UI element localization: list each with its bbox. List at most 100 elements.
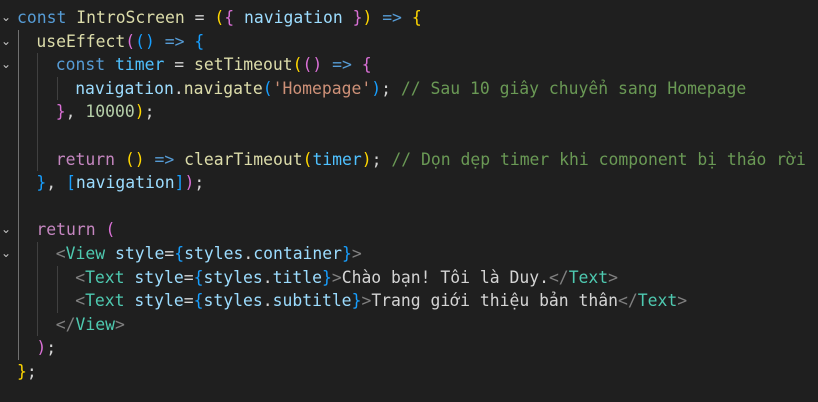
code-token: = (183, 291, 194, 311)
code-token: Chào bạn! Tôi là Duy. (341, 267, 549, 287)
code-line[interactable]: ⌄ return ( (0, 218, 818, 242)
code-token: style (115, 244, 165, 263)
code-token: const (55, 55, 106, 75)
code-token: navigation (234, 8, 353, 27)
code-token: } (351, 291, 362, 311)
code-text: <View style={styles.container}> (56, 242, 362, 266)
code-token: clearTimeout (184, 149, 303, 169)
code-line[interactable]: ⌄ const IntroScreen = ({ navigation }) =>… (0, 6, 818, 30)
code-token: Text (637, 291, 678, 311)
code-token: ) (134, 102, 145, 122)
code-token: navigation (75, 78, 174, 98)
code-token: > (115, 314, 125, 334)
code-token: } (352, 8, 363, 27)
code-token: => (164, 31, 185, 51)
code-token: </ (618, 291, 638, 311)
code-token: } (17, 362, 27, 381)
code-token: , (46, 173, 67, 193)
code-token: navigation (75, 173, 175, 193)
code-token: ] (174, 173, 185, 193)
code-token: ( (302, 55, 313, 75)
code-token: Text (568, 267, 609, 287)
code-token: Text (85, 267, 125, 287)
code-token: . (173, 78, 184, 98)
code-token: ( (262, 78, 273, 98)
code-token: Trang giới thiệu bản thân (371, 291, 619, 311)
fold-chevron-icon[interactable]: ⌄ (0, 218, 12, 242)
code-line[interactable]: <Text style={styles.title}>Chào bạn! Tôi… (0, 266, 818, 290)
fold-chevron-icon[interactable]: ⌄ (0, 53, 12, 77)
code-line[interactable] (0, 124, 818, 148)
code-token: styles (203, 291, 263, 311)
code-token: 10000 (85, 102, 135, 122)
code-token: = (164, 244, 175, 263)
code-token: 'Homepage' (272, 78, 372, 98)
code-line[interactable]: ⌄ const timer = setTimeout(() => { (0, 53, 818, 77)
code-token: ; (194, 173, 205, 193)
code-line[interactable]: </View> (0, 313, 818, 337)
code-token: </ (548, 267, 569, 287)
code-token: title (272, 267, 322, 287)
code-token: > (351, 244, 362, 263)
code-token: ( (124, 149, 135, 169)
fold-chevron-icon[interactable]: ⌄ (0, 30, 12, 54)
code-token: styles (184, 244, 244, 263)
code-token: > (331, 267, 342, 287)
code-token: } (321, 267, 332, 287)
code-line[interactable] (0, 195, 818, 219)
code-token: useEffect (36, 31, 126, 51)
code-token: => (332, 55, 352, 75)
code-token: navigate (183, 78, 263, 98)
code-line[interactable]: }; (0, 360, 818, 384)
code-text: useEffect(() => { (36, 30, 204, 54)
code-token: Text (85, 291, 125, 311)
code-token: ; (144, 102, 155, 122)
code-text: ); (36, 336, 56, 360)
code-token: ) (361, 149, 372, 169)
code-text: </View> (56, 313, 125, 337)
code-token: ) (362, 8, 373, 27)
code-token: subtitle (272, 291, 352, 311)
code-editor[interactable]: ⌄ const IntroScreen = ({ navigation }) =>… (0, 0, 818, 402)
code-line[interactable]: ); (0, 336, 818, 360)
code-token: // Dọn dẹp timer khi component bị tháo r… (391, 149, 806, 169)
code-token: ( (105, 220, 116, 240)
code-text: return () => clearTimeout(timer); // Dọn… (56, 148, 806, 172)
code-token: const (17, 8, 67, 27)
code-token: , (65, 102, 86, 122)
code-token: </ (55, 314, 76, 334)
code-token: timer (115, 55, 165, 75)
code-text: }, 10000); (56, 100, 155, 124)
code-token: => (154, 149, 175, 169)
code-line[interactable]: ⌄ <View style={styles.container}> (0, 242, 818, 266)
code-line[interactable]: ⌄ useEffect(() => { (0, 30, 818, 54)
code-token: style (134, 267, 184, 287)
code-token: { (193, 267, 204, 287)
code-token: ( (135, 31, 145, 51)
code-token: ) (134, 149, 145, 169)
code-line[interactable]: }, [navigation]); (0, 171, 818, 195)
fold-chevron-icon[interactable]: ⌄ (0, 242, 12, 266)
code-token: = (164, 55, 194, 75)
code-token: ( (125, 31, 136, 51)
code-line[interactable]: }, 10000); (0, 100, 818, 124)
code-line[interactable]: <Text style={styles.subtitle}>Trang giới… (0, 289, 818, 313)
code-token: ( (302, 149, 313, 169)
code-token: > (677, 291, 688, 311)
code-token: > (361, 291, 372, 311)
code-token: } (55, 102, 66, 122)
fold-chevron-icon[interactable]: ⌄ (0, 6, 12, 30)
code-token: View (75, 314, 116, 334)
code-line[interactable]: return () => clearTimeout(timer); // Dọn… (0, 148, 818, 172)
code-line[interactable]: navigation.navigate('Homepage'); // Sau … (0, 77, 818, 101)
